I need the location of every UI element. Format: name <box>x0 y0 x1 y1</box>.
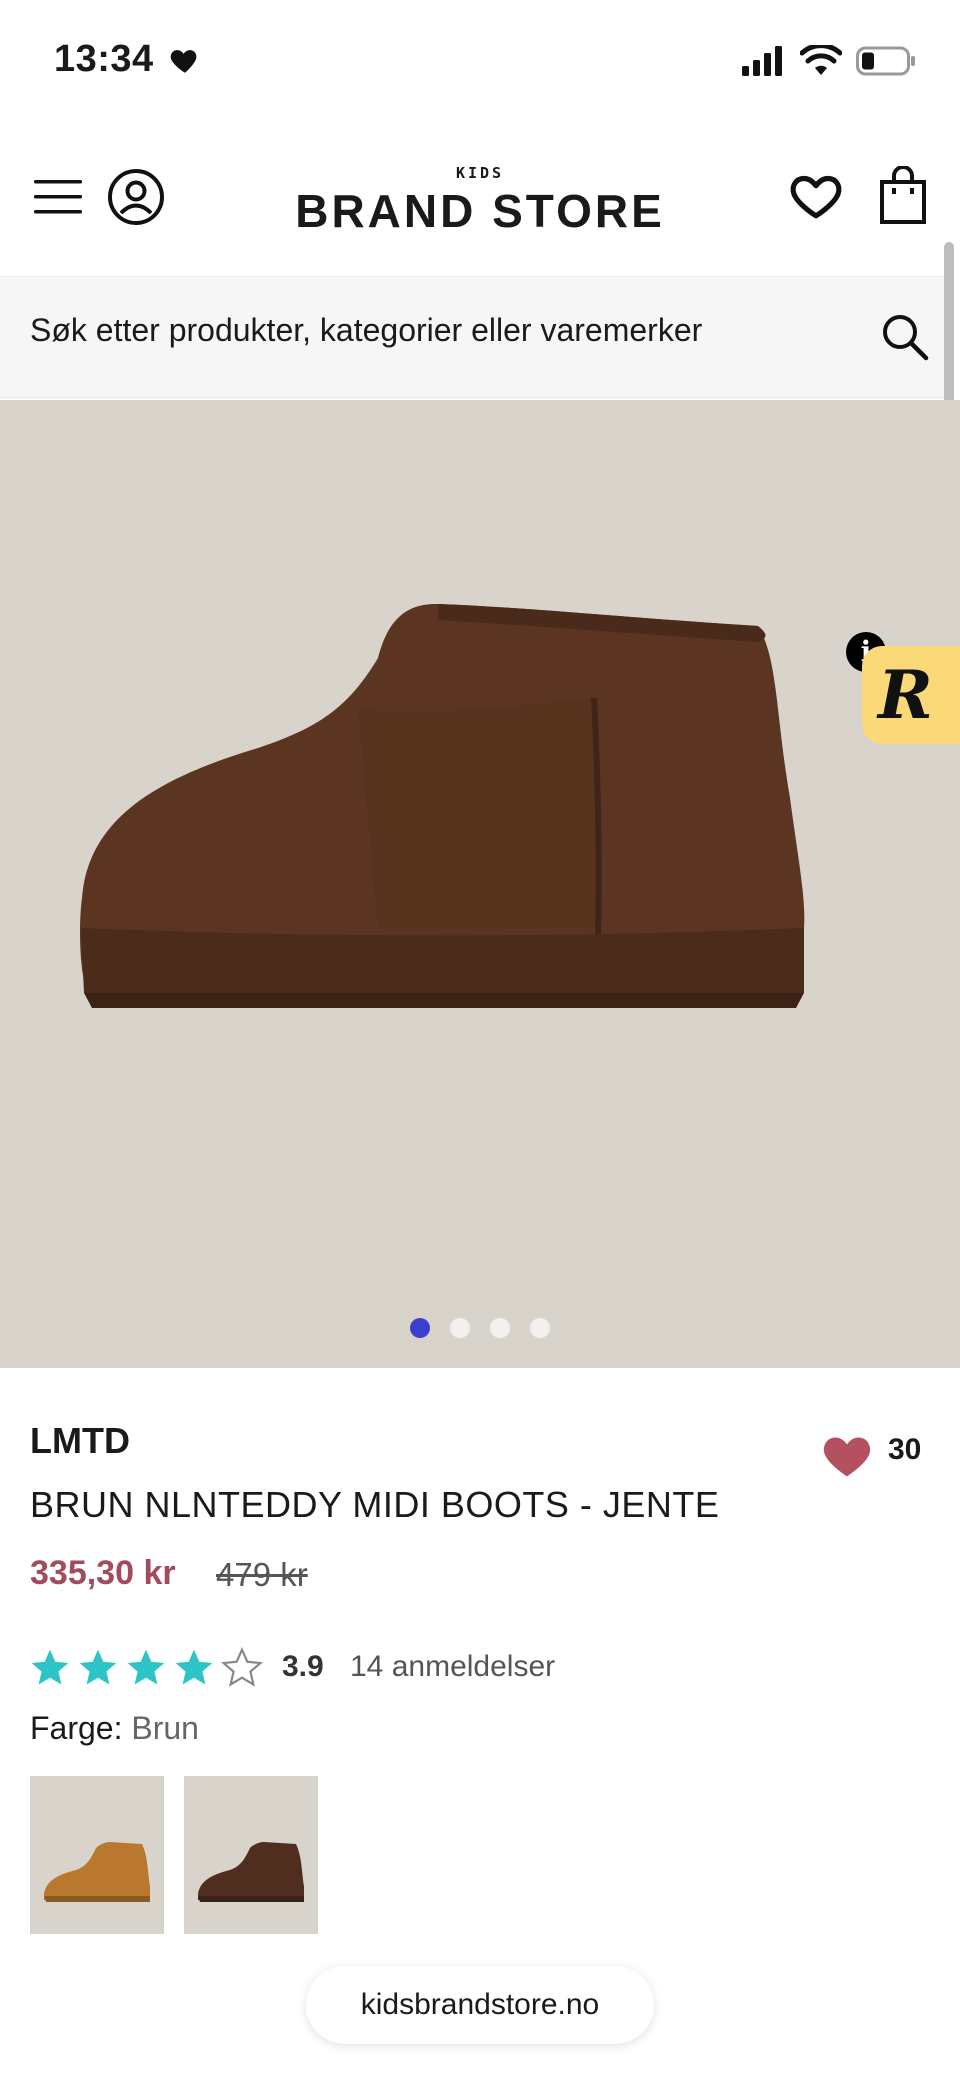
favorite-heart-icon[interactable] <box>818 1428 876 1482</box>
product-title: BRUN NLNTEDDY MIDI BOOTS - JENTE <box>30 1484 720 1525</box>
reviews-link[interactable]: 14 anmeldelser <box>350 1650 555 1684</box>
status-icons <box>742 44 916 78</box>
sale-price: 335,30 kr <box>30 1554 176 1592</box>
battery-icon <box>856 46 915 76</box>
search-icon[interactable] <box>880 312 930 362</box>
reviews-widget-letter: R <box>878 656 933 734</box>
product-boot-image <box>80 603 805 1008</box>
original-price: 479 kr <box>216 1556 308 1593</box>
rating-stars[interactable] <box>28 1646 264 1690</box>
wifi-icon <box>800 45 842 75</box>
heart-status-icon <box>170 50 197 73</box>
rating-value: 3.9 <box>282 1650 324 1683</box>
star-filled-icon <box>175 1649 213 1685</box>
product-brand[interactable]: LMTD <box>30 1420 130 1462</box>
status-time: 13:34 <box>54 38 154 80</box>
search-input[interactable]: Søk etter produkter, kategorier eller va… <box>30 312 702 349</box>
boot-thumbnail-brown <box>198 1842 304 1902</box>
color-label: Farge: <box>30 1710 123 1746</box>
carousel-dot[interactable] <box>490 1318 510 1338</box>
signal-icon <box>742 46 782 76</box>
favorites-count: 30 <box>888 1433 922 1466</box>
color-swatch-brown[interactable] <box>184 1776 318 1934</box>
carousel-dot[interactable] <box>410 1318 430 1338</box>
star-empty-icon <box>221 1646 263 1687</box>
color-row: Farge: Brun <box>30 1710 199 1747</box>
star-filled-icon <box>127 1649 165 1685</box>
shopping-bag-icon[interactable] <box>878 166 928 226</box>
carousel-dot[interactable] <box>450 1318 470 1338</box>
star-filled-icon <box>31 1649 69 1685</box>
color-swatch-tan[interactable] <box>30 1776 164 1934</box>
carousel-dot[interactable] <box>530 1318 550 1338</box>
carousel-dots <box>0 1318 960 1338</box>
wishlist-icon[interactable] <box>788 168 844 224</box>
browser-url-bar[interactable]: kidsbrandstore.no <box>306 1966 654 2044</box>
boot-thumbnail-tan <box>44 1842 150 1902</box>
color-value: Brun <box>131 1710 199 1746</box>
star-filled-icon <box>79 1649 117 1685</box>
